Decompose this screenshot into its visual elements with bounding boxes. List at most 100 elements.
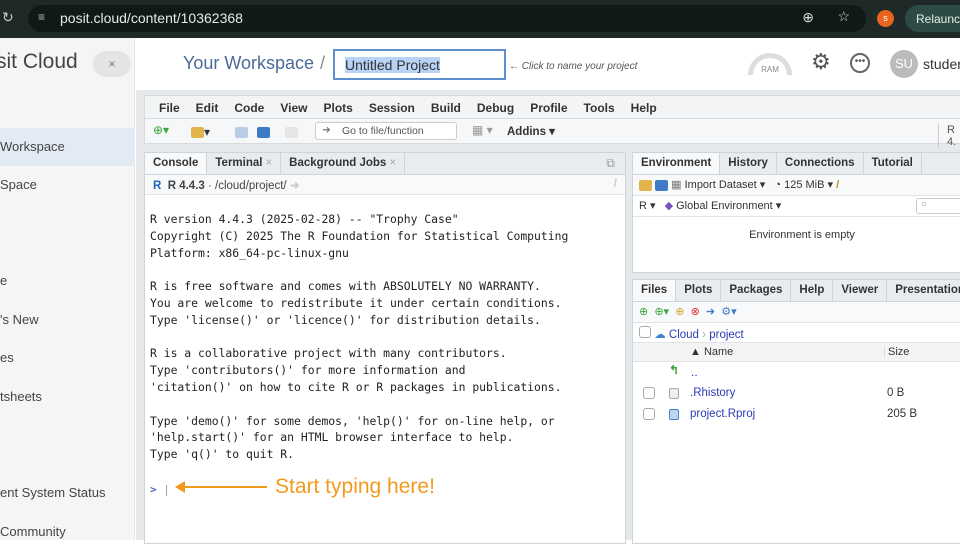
relaunch-button[interactable]: Relaunch [905,5,960,32]
breadcrumb-workspace[interactable]: Your Workspace [183,53,314,74]
reload-icon[interactable]: ↻ [2,9,14,26]
clear-console-broom-icon[interactable]: / [614,178,617,190]
rename-icon[interactable]: ➜ [706,306,715,318]
addins-menu[interactable]: Addins ▾ [507,124,555,138]
table-row: project.Rproj 205 B [633,404,960,425]
tab-connections[interactable]: Connections [777,153,864,174]
new-file-icon[interactable]: ⊕▾ [153,123,169,137]
save-all-icon[interactable] [257,125,270,139]
parent-dir-row[interactable]: ↰.. [633,362,960,383]
bookmark-star-icon[interactable]: ☆ [837,8,850,25]
sidebar-item-guides[interactable]: es [0,339,135,377]
console-input[interactable]: > | [150,483,170,496]
tab-history[interactable]: History [720,153,777,174]
tab-help[interactable]: Help [791,280,834,301]
sidebar-item-space[interactable]: Space [0,166,135,204]
tab-terminal[interactable]: Terminal × [207,153,282,174]
project-header: Your Workspace / Untitled Project ← Clic… [136,38,960,90]
rproj-file-icon [669,409,679,421]
menu-file[interactable]: File [159,101,180,115]
maximize-pane-icon[interactable]: ⧉ [596,153,625,174]
menu-session[interactable]: Session [369,101,415,115]
save-icon[interactable] [235,125,248,139]
console-working-dir[interactable]: · /cloud/project/ [208,180,287,192]
collapse-sidebar-button[interactable]: × [93,51,131,77]
sidebar-item-cheatsheets[interactable]: tsheets [0,378,135,416]
environment-search-input[interactable]: ○ [916,198,960,214]
environment-pane: Environment History Connections Tutorial… [632,152,960,273]
goto-dir-icon[interactable]: ➜ [290,180,300,192]
menu-edit[interactable]: Edit [196,101,219,115]
console-output: R version 4.4.3 (2025-02-28) -- "Trophy … [150,212,569,462]
settings-gear-icon[interactable]: ⚙ [811,49,831,75]
tab-plots[interactable]: Plots [676,280,722,301]
rename-hint: ← Click to name your project [509,61,638,72]
url-bar[interactable]: ≡ posit.cloud/content/10362368 ⊕ ☆ [28,5,866,32]
start-typing-annotation: Start typing here! [275,475,435,498]
language-label: R [639,200,647,212]
project-name-input[interactable]: Untitled Project [333,49,506,80]
tab-packages[interactable]: Packages [721,280,792,301]
close-icon[interactable]: × [265,157,272,169]
menu-profile[interactable]: Profile [530,101,567,115]
tab-viewer[interactable]: Viewer [833,280,888,301]
zoom-icon[interactable]: ⊕ [802,9,814,26]
file-name-link[interactable]: .Rhistory [690,387,735,399]
sidebar-item-system-status[interactable]: ent System Status [0,474,135,512]
menu-code[interactable]: Code [234,101,264,115]
tab-environment[interactable]: Environment [633,153,721,174]
sidebar-item-whats-new[interactable]: 's New [0,301,135,339]
url-text: posit.cloud/content/10362368 [60,10,243,26]
parent-dir-link[interactable]: .. [691,365,698,379]
row-checkbox[interactable] [643,387,655,399]
crumb-cloud[interactable]: Cloud [669,329,699,341]
tab-background-jobs[interactable]: Background Jobs × [281,153,406,174]
avatar[interactable]: SU [890,50,918,78]
row-checkbox[interactable] [643,408,655,420]
import-dataset-button[interactable]: ▦ Import Dataset ▾ [671,179,765,191]
memory-usage-button[interactable]: ◔ 125 MiB ▾ [774,179,833,191]
menu-debug[interactable]: Debug [477,101,514,115]
scope-select[interactable]: ◆ Global Environment ▾ [665,200,782,212]
menu-build[interactable]: Build [431,101,461,115]
site-settings-icon[interactable]: ≡ [38,10,45,24]
menu-tools[interactable]: Tools [584,101,615,115]
delete-icon[interactable]: ⊗ [691,306,700,318]
select-all-checkbox[interactable] [639,326,651,338]
upload-icon[interactable]: ⊕ [675,306,684,318]
col-size[interactable]: Size [884,346,909,358]
new-folder-icon[interactable]: ⊕ [639,306,648,318]
sidebar-item-guide[interactable]: e [0,262,135,300]
goto-placeholder: Go to file/function [342,125,424,137]
load-workspace-icon[interactable] [639,179,652,191]
open-project-icon[interactable]: ▾ [191,125,210,139]
console-pane: Console Terminal × Background Jobs × ⧉ R R… [144,152,626,544]
sidebar-item-community[interactable]: Community [0,513,135,551]
new-blank-file-icon[interactable]: ⊕▾ [654,306,669,318]
sidebar-item-workspace[interactable]: Workspace [0,128,135,166]
close-icon[interactable]: × [389,157,396,169]
crumb-project[interactable]: project [709,329,744,341]
tab-console[interactable]: Console [145,153,208,174]
user-name[interactable]: studen [923,56,960,72]
menu-view[interactable]: View [280,101,307,115]
language-select[interactable]: R ▾ [639,200,656,212]
clear-env-broom-icon[interactable]: / [836,179,839,191]
tab-presentation[interactable]: Presentation [887,280,960,301]
print-icon[interactable] [285,125,298,139]
tab-files[interactable]: Files [633,280,677,301]
sort-by-name[interactable]: ▲ Name [690,346,733,358]
save-workspace-icon[interactable] [655,179,669,191]
console-tabs: Console Terminal × Background Jobs × ⧉ [145,153,625,175]
more-options-icon[interactable]: ••• [850,53,870,73]
grid-layout-icon[interactable]: ▦ ▾ [472,123,493,137]
ram-gauge[interactable]: RAM [748,53,792,75]
menu-help[interactable]: Help [631,101,657,115]
profile-avatar[interactable]: s [877,10,894,27]
file-name-link[interactable]: project.Rproj [690,408,755,420]
goto-file-input[interactable]: ➜ Go to file/function [315,122,457,140]
files-breadcrumb: ☁ Cloud › project [633,323,960,343]
tab-tutorial[interactable]: Tutorial [864,153,922,174]
menu-plots[interactable]: Plots [323,101,352,115]
more-gear-icon[interactable]: ⚙▾ [721,306,736,318]
